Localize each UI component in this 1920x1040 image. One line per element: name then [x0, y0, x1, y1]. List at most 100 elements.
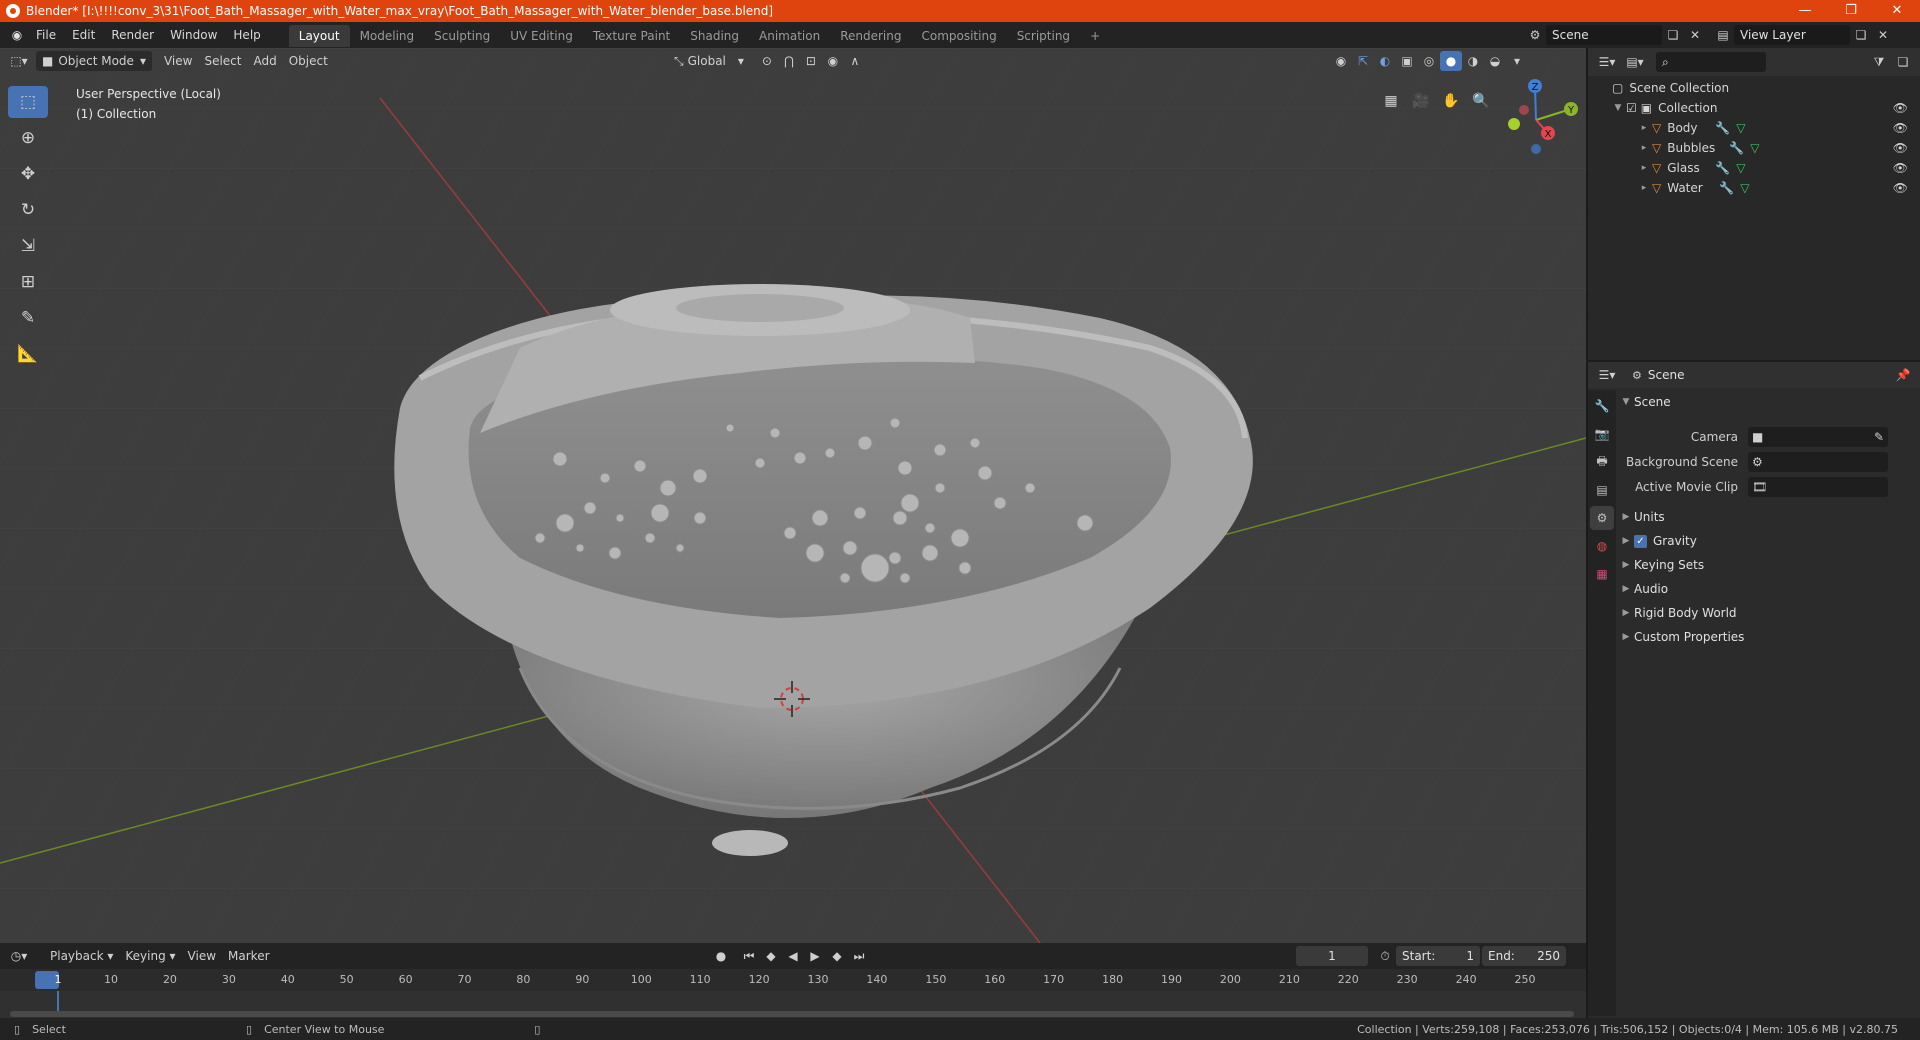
camera-field[interactable]: ■ ✎ — [1748, 426, 1888, 447]
transform-tool-icon[interactable]: ⊞ — [8, 266, 48, 298]
new-view-layer-icon[interactable]: ❏ — [1850, 25, 1872, 45]
outliner-search-input[interactable]: ⌕ — [1656, 52, 1766, 72]
outliner-row-glass[interactable]: ▸ ▽ Glass 🔧 ▽ 👁 — [1588, 158, 1920, 178]
timeline-scrollbar[interactable] — [10, 1011, 1574, 1017]
units-panel-header[interactable]: ▶ Units — [1618, 505, 1920, 529]
jump-to-keyframe-next-icon[interactable]: ◆ — [826, 946, 848, 966]
active-movie-clip-field[interactable]: 🎞 — [1748, 476, 1888, 497]
maximize-button[interactable]: ❐ — [1828, 0, 1874, 22]
tab-shading[interactable]: Shading — [680, 25, 749, 47]
menu-help[interactable]: Help — [225, 22, 268, 48]
background-scene-field[interactable]: ⚙ — [1748, 451, 1888, 472]
overlay-toggle-icon[interactable]: ◐ — [1374, 51, 1396, 71]
close-button[interactable]: ✕ — [1874, 0, 1920, 22]
audio-panel-header[interactable]: ▶ Audio — [1618, 577, 1920, 601]
measure-tool-icon[interactable]: 📐 — [8, 338, 48, 370]
scene-name-field[interactable]: Scene — [1546, 25, 1662, 45]
editor-type-icon[interactable]: ⬚▾ — [8, 51, 30, 71]
expand-arrow-icon[interactable]: ▸ — [1636, 123, 1652, 133]
view-layer-selector-icon[interactable]: ▤ — [1712, 25, 1734, 45]
menu-view[interactable]: View — [158, 51, 198, 71]
menu-marker[interactable]: Marker — [222, 946, 275, 966]
eye-icon[interactable]: 👁 — [1893, 181, 1908, 195]
display-mode-icon[interactable]: ▤▾ — [1624, 52, 1646, 72]
eye-icon[interactable]: 👁 — [1893, 121, 1908, 135]
pan-hand-icon[interactable]: ✋ — [1438, 88, 1464, 114]
solid-shading-icon[interactable]: ● — [1440, 51, 1462, 71]
neg-y-axis-handle[interactable] — [1508, 118, 1520, 130]
menu-object[interactable]: Object — [283, 51, 334, 71]
timeline-ruler[interactable]: 1 10 20 30 40 50 60 70 80 90 100 110 120 130 140 150 160… — [0, 969, 1586, 991]
menu-select[interactable]: Select — [198, 51, 247, 71]
record-icon[interactable]: ● — [710, 946, 732, 966]
delete-scene-icon[interactable]: ✕ — [1684, 25, 1706, 45]
tool-tab-icon[interactable]: 🔧 — [1590, 394, 1614, 418]
view-layer-tab-icon[interactable]: ▤ — [1590, 478, 1614, 502]
pivot-point-icon[interactable]: ⊙ — [756, 51, 778, 71]
transform-orientation-dropdown[interactable]: ⤡ Global ▾ — [668, 51, 750, 71]
delete-view-layer-icon[interactable]: ✕ — [1872, 25, 1894, 45]
annotate-tool-icon[interactable]: ✎ — [8, 302, 48, 334]
scale-tool-icon[interactable]: ⇲ — [8, 230, 48, 262]
keying-sets-panel-header[interactable]: ▶ Keying Sets — [1618, 553, 1920, 577]
new-scene-icon[interactable]: ❏ — [1662, 25, 1684, 45]
current-frame-field[interactable]: 1 — [1296, 946, 1368, 966]
outliner-editor-type-icon[interactable]: ☰▾ — [1596, 52, 1618, 72]
proportional-edit-icon[interactable]: ◉ — [822, 51, 844, 71]
gravity-panel-header[interactable]: ▶ ✓ Gravity — [1618, 529, 1920, 553]
play-icon[interactable]: ▶ — [804, 946, 826, 966]
material-shading-icon[interactable]: ◑ — [1462, 51, 1484, 71]
camera-view-icon[interactable]: 🎥 — [1408, 88, 1434, 114]
end-frame-field[interactable]: End: 250 — [1482, 946, 1566, 966]
select-box-tool-icon[interactable]: ⬚ — [8, 86, 48, 118]
world-tab-icon[interactable]: ◍ — [1590, 534, 1614, 558]
clock-icon[interactable]: ⏱ — [1374, 946, 1396, 966]
wireframe-shading-icon[interactable]: ◎ — [1418, 51, 1440, 71]
gravity-checkbox[interactable]: ✓ — [1634, 534, 1647, 548]
visibility-selector-icon[interactable]: ◉ — [1330, 51, 1352, 71]
tab-sculpting[interactable]: Sculpting — [424, 25, 500, 47]
outliner-row-scene-collection[interactable]: ▢ Scene Collection — [1588, 78, 1920, 98]
tab-scripting[interactable]: Scripting — [1007, 25, 1080, 47]
expand-arrow-icon[interactable]: ▸ — [1636, 163, 1652, 173]
neg-z-axis-handle[interactable] — [1531, 144, 1541, 154]
eye-icon[interactable]: 👁 — [1893, 141, 1908, 155]
scene-panel-header[interactable]: ▼ Scene — [1618, 390, 1920, 414]
tab-uv-editing[interactable]: UV Editing — [500, 25, 583, 47]
mode-selector[interactable]: ■ Object Mode ▾ — [36, 51, 152, 71]
rendered-shading-icon[interactable]: ◒ — [1484, 51, 1506, 71]
eyedropper-icon[interactable]: ✎ — [1874, 430, 1884, 444]
view-layer-name-field[interactable]: View Layer — [1734, 25, 1850, 45]
start-frame-field[interactable]: Start: 1 — [1396, 946, 1480, 966]
output-tab-icon[interactable]: 🖶 — [1590, 450, 1614, 474]
outliner-row-body[interactable]: ▸ ▽ Body 🔧 ▽ 👁 — [1588, 118, 1920, 138]
3d-viewport[interactable]: ⬚▾ ■ Object Mode ▾ View Select Add Objec… — [0, 48, 1586, 943]
rotate-tool-icon[interactable]: ↻ — [8, 194, 48, 226]
snap-target-icon[interactable]: ⊡ — [800, 51, 822, 71]
outliner-row-water[interactable]: ▸ ▽ Water 🔧 ▽ 👁 — [1588, 178, 1920, 198]
expand-arrow-icon[interactable]: ▸ — [1636, 183, 1652, 193]
menu-file[interactable]: File — [28, 22, 64, 48]
shading-options-icon[interactable]: ▾ — [1506, 51, 1528, 71]
scene-tab-icon[interactable]: ⚙ — [1590, 506, 1614, 530]
properties-editor-type-icon[interactable]: ☰▾ — [1596, 365, 1618, 385]
falloff-icon[interactable]: ∧ — [844, 51, 866, 71]
axis-gizmo[interactable]: Z Y X — [1488, 72, 1584, 168]
pin-icon[interactable]: 📌 — [1892, 365, 1914, 385]
jump-to-end-icon[interactable]: ⏭ — [848, 946, 870, 966]
collection-checkbox-icon[interactable]: ☑ — [1626, 101, 1637, 115]
timeline-editor-type-icon[interactable]: ◷▾ — [8, 946, 30, 966]
cursor-tool-icon[interactable]: ⊕ — [8, 122, 48, 154]
blender-menu-icon[interactable]: ◉ — [6, 25, 28, 45]
tab-compositing[interactable]: Compositing — [911, 25, 1006, 47]
add-workspace-button[interactable]: + — [1080, 25, 1110, 47]
menu-edit[interactable]: Edit — [64, 22, 103, 48]
menu-playback[interactable]: Playback ▾ — [44, 946, 119, 966]
eye-icon[interactable]: 👁 — [1893, 161, 1908, 175]
menu-window[interactable]: Window — [162, 22, 225, 48]
menu-keying[interactable]: Keying ▾ — [119, 946, 181, 966]
render-tab-icon[interactable]: 📷 — [1590, 422, 1614, 446]
outliner-row-collection[interactable]: ▼ ☑ ▣ Collection 👁 — [1588, 98, 1920, 118]
outliner-row-bubbles[interactable]: ▸ ▽ Bubbles 🔧 ▽ 👁 — [1588, 138, 1920, 158]
xray-toggle-icon[interactable]: ▣ — [1396, 51, 1418, 71]
